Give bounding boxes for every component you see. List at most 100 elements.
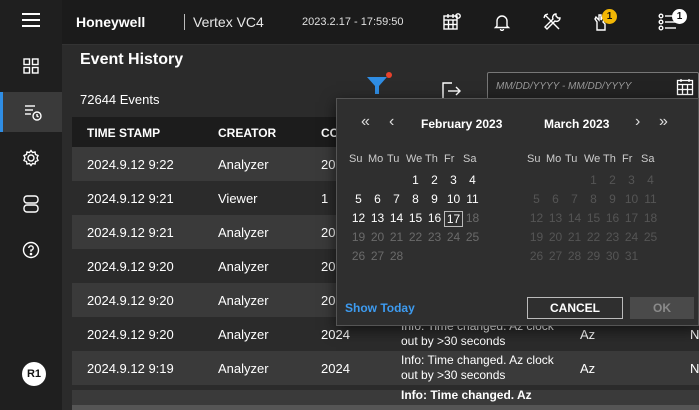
calendar-day[interactable]: 2 bbox=[425, 173, 444, 187]
tools-icon[interactable] bbox=[538, 8, 566, 36]
cell-creator: Analyzer bbox=[218, 259, 269, 274]
menu-count-badge: 1 bbox=[672, 9, 687, 24]
alarm-count-badge: 1 bbox=[602, 9, 617, 24]
prev-year-button[interactable]: « bbox=[361, 113, 370, 131]
calendar-day[interactable]: 10 bbox=[444, 192, 463, 206]
cell-creator: Analyzer bbox=[218, 327, 269, 342]
calendar-day[interactable]: 13 bbox=[368, 211, 387, 225]
calendar-day: 25 bbox=[643, 230, 658, 244]
calendar-day[interactable]: 5 bbox=[349, 192, 368, 206]
calendar-day: 22 bbox=[408, 230, 423, 244]
date-range-input[interactable] bbox=[496, 81, 656, 92]
calendar-day: 28 bbox=[567, 249, 582, 263]
cell-co: 2024 bbox=[321, 361, 350, 376]
calendar-day: 18 bbox=[643, 211, 658, 225]
settings-gear-icon[interactable] bbox=[0, 138, 62, 178]
calendar-day: 11 bbox=[644, 192, 657, 206]
calendar-day[interactable]: 6 bbox=[368, 192, 387, 206]
calendar-day: 12 bbox=[529, 211, 544, 225]
calendar-day: 26 bbox=[529, 249, 544, 263]
header-divider bbox=[184, 14, 185, 30]
show-today-link[interactable]: Show Today bbox=[345, 301, 415, 315]
calendar-day: 19 bbox=[529, 230, 544, 244]
weekday-label: We bbox=[406, 153, 423, 165]
notification-bell-icon[interactable] bbox=[488, 8, 516, 36]
calendar-day: 1 bbox=[590, 173, 597, 187]
calendar-day: 4 bbox=[647, 173, 654, 187]
calendar-day: 21 bbox=[389, 230, 404, 244]
calendar-day: 6 bbox=[552, 192, 559, 206]
cell-time-stamp: 2024.9.12 9:20 bbox=[87, 327, 174, 342]
cell-truncated: N bbox=[690, 361, 699, 376]
weekday-label: Fr bbox=[622, 153, 633, 165]
calendar-day: 26 bbox=[351, 249, 366, 263]
calendar-day[interactable]: 15 bbox=[406, 211, 425, 225]
weekday-label: Th bbox=[425, 153, 438, 165]
cell-co: 20 bbox=[321, 259, 336, 274]
calendar-day: 23 bbox=[427, 230, 442, 244]
calendar-day: 15 bbox=[586, 211, 601, 225]
column-header-creator[interactable]: CREATOR bbox=[218, 126, 276, 140]
cell-co: 2024 bbox=[321, 327, 350, 342]
cell-truncated: N bbox=[690, 327, 699, 342]
weekday-label: Su bbox=[349, 153, 363, 165]
horizontal-scrollbar[interactable] bbox=[72, 405, 699, 410]
calendar-settings-icon[interactable] bbox=[438, 8, 466, 36]
calendar-day: 3 bbox=[628, 173, 635, 187]
table-row[interactable]: 2024.9.12 9:19 Analyzer 2024 Info: Time … bbox=[72, 351, 699, 385]
calendar-day[interactable]: 17 bbox=[444, 211, 463, 227]
storage-icon[interactable] bbox=[0, 184, 62, 224]
current-datetime: 2023.2.17 - 17:59:50 bbox=[302, 16, 404, 28]
cell-time-stamp: 2024.9.12 9:22 bbox=[87, 157, 174, 172]
calendar-day[interactable]: 7 bbox=[387, 192, 406, 206]
date-range-picker: « ‹ February 2023 March 2023 › » Su Mo Tu W… bbox=[336, 98, 699, 326]
calendar-day: 24 bbox=[624, 230, 639, 244]
next-year-button[interactable]: » bbox=[659, 113, 668, 131]
prev-month-button[interactable]: ‹ bbox=[389, 113, 394, 131]
calendar-day[interactable]: 16 bbox=[425, 211, 444, 225]
calendar-day: 18 bbox=[465, 211, 480, 225]
calendar-day[interactable]: 11 bbox=[463, 192, 482, 206]
calendar-day: 25 bbox=[465, 230, 480, 244]
weekday-label: Fr bbox=[444, 153, 455, 165]
calendar-day: 16 bbox=[605, 211, 620, 225]
filter-icon[interactable] bbox=[365, 73, 389, 97]
product-name: Vertex VC4 bbox=[193, 14, 264, 30]
event-history-icon[interactable] bbox=[0, 92, 62, 132]
dashboard-grid-icon[interactable] bbox=[0, 46, 62, 86]
calendar-day[interactable]: 3 bbox=[444, 173, 463, 187]
left-month-title: February 2023 bbox=[421, 117, 503, 131]
user-avatar[interactable]: R1 bbox=[22, 362, 46, 386]
weekday-label: Su bbox=[527, 153, 541, 165]
calendar-day: 30 bbox=[605, 249, 620, 263]
cell-time-stamp: 2024.9.12 9:20 bbox=[87, 259, 174, 274]
column-header-time-stamp[interactable]: TIME STAMP bbox=[87, 126, 160, 140]
weekday-label: Mo bbox=[368, 153, 384, 165]
calendar-day: 8 bbox=[590, 192, 597, 206]
calendar-day: 9 bbox=[609, 192, 616, 206]
left-nav-rail: R1 bbox=[0, 0, 62, 410]
ok-button[interactable]: OK bbox=[630, 297, 694, 319]
calendar-day: 24 bbox=[446, 230, 461, 244]
cell-creator: Analyzer bbox=[218, 225, 269, 240]
hamburger-menu-icon[interactable] bbox=[0, 0, 62, 40]
cell-source: Az bbox=[580, 361, 596, 376]
filter-active-dot bbox=[386, 72, 392, 78]
right-month-title: March 2023 bbox=[544, 117, 610, 131]
calendar-day[interactable]: 9 bbox=[425, 192, 444, 206]
cancel-button[interactable]: CANCEL bbox=[527, 297, 623, 319]
calendar-day[interactable]: 8 bbox=[406, 192, 425, 206]
next-month-button[interactable]: › bbox=[635, 113, 640, 131]
calendar-day: 20 bbox=[548, 230, 563, 244]
calendar-day: 29 bbox=[586, 249, 601, 263]
calendar-day: 19 bbox=[351, 230, 366, 244]
calendar-day[interactable]: 1 bbox=[406, 173, 425, 187]
help-icon[interactable] bbox=[0, 230, 62, 270]
calendar-day: 31 bbox=[624, 249, 639, 263]
weekday-label: Sa bbox=[463, 153, 477, 165]
brand-logo: Honeywell bbox=[76, 14, 146, 30]
calendar-day[interactable]: 4 bbox=[463, 173, 482, 187]
calendar-day[interactable]: 14 bbox=[387, 211, 406, 225]
cell-co: 20 bbox=[321, 293, 336, 308]
calendar-day[interactable]: 12 bbox=[349, 211, 368, 225]
